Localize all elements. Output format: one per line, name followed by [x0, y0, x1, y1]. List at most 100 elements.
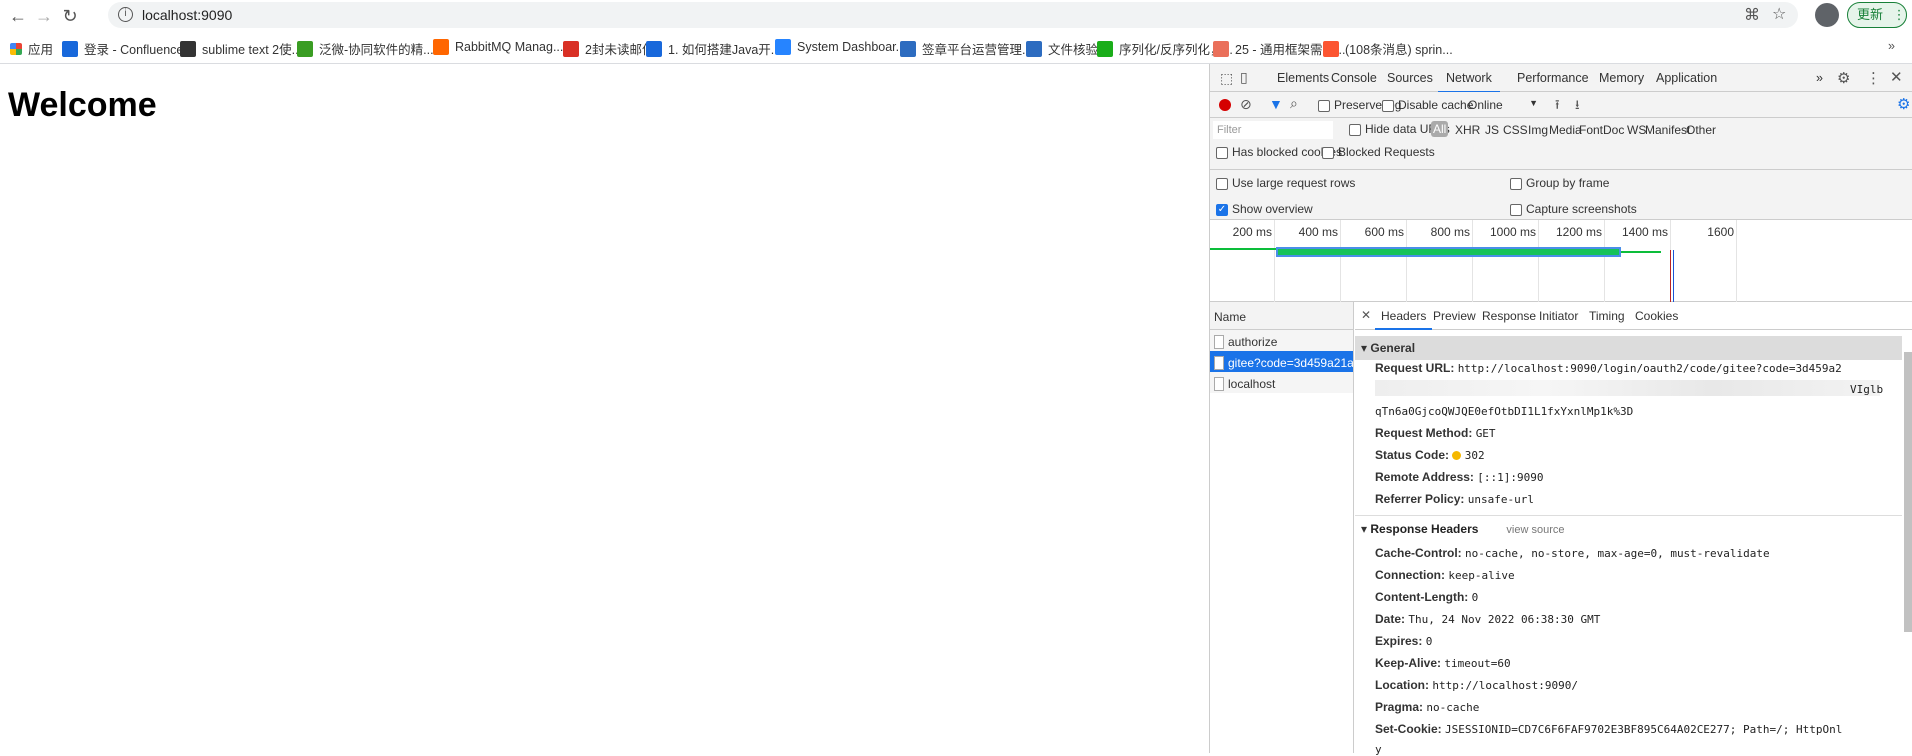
customize-menu-icon[interactable]: ⋮ — [1866, 69, 1881, 87]
bookmark-label: sublime text 2使... — [202, 43, 303, 57]
filter-type-js[interactable]: JS — [1485, 123, 1499, 137]
bookmark-star-icon[interactable]: ☆ — [1772, 4, 1786, 24]
general-section-header[interactable]: ▾ General — [1355, 336, 1902, 360]
back-button[interactable]: ← — [6, 4, 30, 28]
header-value: no-cache, no-store, max-age=0, must-reva… — [1465, 547, 1770, 560]
blocked-requests-checkbox[interactable]: Blocked Requests — [1322, 145, 1435, 159]
overview-download-line — [1621, 251, 1661, 253]
overview-gridline — [1736, 220, 1737, 302]
bookmark-item[interactable]: 应用 — [10, 39, 53, 58]
bookmark-item[interactable]: 泛微-协同软件的精... — [297, 39, 434, 58]
bookmark-item[interactable]: 文件核验 — [1026, 39, 1098, 58]
url-text[interactable]: localhost:9090 — [142, 7, 232, 23]
close-detail-icon[interactable]: ✕ — [1361, 308, 1371, 322]
tab-performance[interactable]: Performance — [1517, 71, 1589, 85]
disable-cache-checkbox[interactable]: Disable cache — [1382, 98, 1473, 112]
filter-type-css[interactable]: CSS — [1503, 123, 1528, 137]
bookmark-item[interactable]: 登录 - Confluence — [62, 39, 183, 58]
detail-tab-preview[interactable]: Preview — [1433, 309, 1476, 323]
overview-tick-label: 600 ms — [1364, 225, 1404, 239]
close-devtools-icon[interactable]: ✕ — [1890, 68, 1903, 86]
header-value: 0 — [1471, 591, 1479, 604]
detail-tab-headers[interactable]: Headers — [1375, 309, 1433, 330]
bookmark-item[interactable]: 签章平台运营管理... — [900, 39, 1032, 58]
response-header-row: Expires: 0 — [1375, 634, 1432, 648]
devtools-panel: ⬚ ▯ Elements Console Sources Network Perform… — [1209, 64, 1912, 756]
tab-sources[interactable]: Sources — [1387, 71, 1433, 85]
bookmark-item[interactable]: sublime text 2使... — [180, 39, 302, 58]
detail-tab-timing[interactable]: Timing — [1589, 309, 1625, 323]
bookmark-label: RabbitMQ Manag... — [455, 40, 564, 54]
more-tabs-button[interactable]: » — [1816, 71, 1823, 85]
filter-type-img[interactable]: Img — [1528, 123, 1548, 137]
detail-tab-initiator[interactable]: Initiator — [1539, 309, 1578, 323]
menu-icon: ⋮ — [1892, 7, 1906, 22]
bookmark-item[interactable]: 2封未读邮件 — [563, 39, 654, 58]
forward-button[interactable]: → — [32, 4, 56, 28]
filter-input[interactable]: Filter — [1213, 121, 1333, 139]
blurred-url-segment — [1375, 380, 1880, 396]
section-divider — [1355, 515, 1902, 516]
request-row[interactable]: authorize — [1210, 330, 1353, 351]
search-icon[interactable]: ⌕ — [1290, 95, 1298, 112]
omnibox[interactable]: i localhost:9090 ⌘ ☆ — [108, 2, 1798, 28]
show-overview-checkbox[interactable]: ✓ Show overview — [1216, 202, 1313, 216]
device-toolbar-icon[interactable]: ▯ — [1240, 69, 1248, 86]
jianshu-icon — [1213, 40, 1229, 57]
header-value: 0 — [1425, 635, 1433, 648]
import-har-icon[interactable]: ⭱ — [1555, 96, 1560, 118]
filter-type-media[interactable]: Media — [1549, 123, 1582, 137]
reload-button[interactable]: ↻ — [58, 4, 82, 28]
filter-type-doc[interactable]: Doc — [1603, 123, 1624, 137]
update-button[interactable]: 更新 ⋮ — [1847, 2, 1907, 28]
throttling-select[interactable]: Online ▼ — [1468, 98, 1538, 112]
header-name: Location: — [1375, 678, 1429, 692]
bookmark-item[interactable]: 1. 如何搭建Java开... — [646, 39, 781, 58]
view-source-link[interactable]: view source — [1506, 524, 1564, 536]
tab-console[interactable]: Console — [1331, 71, 1377, 85]
referrer-policy-row: Referrer Policy: unsafe-url — [1375, 492, 1534, 506]
detail-tab-response[interactable]: Response — [1482, 309, 1536, 323]
group-by-frame-checkbox[interactable]: Group by frame — [1510, 176, 1609, 190]
profile-avatar[interactable] — [1815, 3, 1839, 27]
translate-icon[interactable]: ⌘ — [1744, 5, 1760, 25]
record-icon[interactable] — [1219, 99, 1231, 111]
filter-type-ws[interactable]: WS — [1627, 123, 1646, 137]
tab-memory[interactable]: Memory — [1599, 71, 1644, 85]
detail-scrollbar[interactable] — [1904, 352, 1912, 632]
header-name: Keep-Alive: — [1375, 656, 1442, 670]
clear-icon[interactable]: ⊘ — [1240, 96, 1252, 113]
tab-elements[interactable]: Elements — [1277, 71, 1329, 85]
response-headers-header[interactable]: ▾ Response Headers view source — [1361, 522, 1564, 536]
tab-network[interactable]: Network — [1438, 71, 1500, 93]
filter-type-font[interactable]: Font — [1579, 123, 1603, 137]
bookmark-label: System Dashboar... — [797, 40, 907, 54]
filter-type-all[interactable]: All — [1431, 121, 1449, 137]
filter-type-other[interactable]: Other — [1686, 123, 1716, 137]
export-har-icon[interactable]: ⭳ — [1575, 96, 1580, 118]
bookmark-item[interactable]: (108条消息) sprin... — [1323, 39, 1453, 58]
csdn-icon — [1323, 40, 1339, 57]
settings-gear-icon[interactable]: ⚙ — [1837, 69, 1850, 87]
weaver-icon — [297, 40, 313, 57]
overview-tick-label: 1400 ms — [1621, 225, 1668, 239]
filter-type-xhr[interactable]: XHR — [1455, 123, 1480, 137]
request-row[interactable]: gitee?code=3d459a21a382c7c... — [1210, 351, 1353, 372]
network-overview[interactable]: 200 ms 400 ms 600 ms 800 ms 1000 ms 1200 ms 14… — [1210, 220, 1912, 302]
request-row[interactable]: localhost — [1210, 372, 1353, 393]
filter-type-manifest[interactable]: Manifest — [1645, 123, 1690, 137]
filter-icon[interactable]: ▼ — [1269, 96, 1283, 112]
header-value: timeout=60 — [1444, 657, 1511, 670]
info-icon[interactable]: i — [118, 7, 133, 22]
large-rows-checkbox[interactable]: Use large request rows — [1216, 176, 1355, 190]
network-settings-icon[interactable]: ⚙ — [1897, 95, 1910, 113]
document-icon — [1214, 335, 1224, 349]
bookmark-item[interactable]: RabbitMQ Manag... — [433, 39, 563, 55]
capture-screenshots-checkbox[interactable]: Capture screenshots — [1510, 202, 1637, 216]
bookmark-item[interactable]: System Dashboar... — [775, 39, 906, 55]
inspect-element-icon[interactable]: ⬚ — [1220, 70, 1233, 87]
tab-application[interactable]: Application — [1656, 71, 1717, 85]
name-column-header[interactable]: Name — [1210, 302, 1353, 330]
detail-tab-cookies[interactable]: Cookies — [1635, 309, 1678, 323]
more-bookmarks-button[interactable]: » — [1888, 39, 1895, 53]
